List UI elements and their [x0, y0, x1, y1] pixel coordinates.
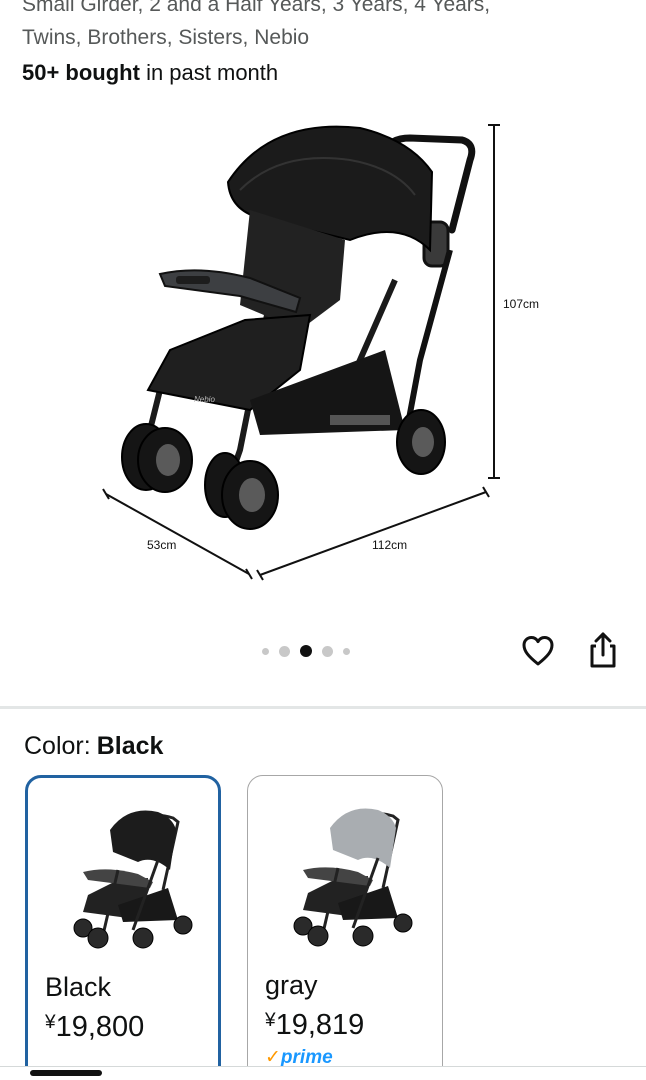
- color-option-black-image: [73, 810, 193, 949]
- carousel-dot-4[interactable]: [322, 645, 333, 657]
- carousel-dot-2[interactable]: [279, 645, 290, 657]
- prime-check-icon: ✓: [265, 1047, 281, 1068]
- height-dimension-line: [488, 124, 500, 479]
- dim-width-label: 53cm: [147, 538, 176, 552]
- product-main-image[interactable]: 107cm 53cm 112cm Nebio: [0, 100, 646, 620]
- product-title: Small Girder, 2 and a Half Years, 3 Year…: [22, 0, 632, 54]
- dim-height-label: 107cm: [503, 297, 539, 311]
- bought-count: 50+ bought: [22, 60, 140, 85]
- dim-length-label: 112cm: [372, 538, 407, 552]
- carousel-dot-5[interactable]: [343, 647, 350, 655]
- section-divider: [0, 706, 646, 709]
- color-option-black[interactable]: Black ¥19,800: [25, 775, 221, 1080]
- color-option-gray[interactable]: gray ¥19,819 ✓prime: [247, 775, 443, 1080]
- prime-text: prime: [280, 1047, 333, 1068]
- image-carousel-dots[interactable]: [262, 641, 350, 661]
- color-option-black-name: Black: [45, 972, 112, 1002]
- carousel-dot-3-active[interactable]: [300, 645, 312, 657]
- color-option-gray-image: [293, 808, 413, 947]
- share-icon[interactable]: [585, 630, 621, 670]
- color-option-gray-name: gray: [265, 970, 318, 1000]
- product-title-line-2: Twins, Brothers, Sisters, Nebio: [22, 26, 310, 49]
- currency-symbol: ¥: [265, 1010, 276, 1031]
- color-option-black-price: ¥19,800: [45, 1006, 144, 1044]
- stroller-illustration: Nebio: [121, 125, 476, 530]
- color-selector-header: Color: Black: [24, 729, 163, 763]
- currency-symbol: ¥: [45, 1012, 56, 1033]
- color-selected-value: Black: [96, 732, 164, 760]
- bought-in-past-month: 50+ bought in past month: [22, 58, 278, 88]
- color-label: Color:: [24, 732, 91, 760]
- color-option-black-price-value: 19,800: [55, 1011, 145, 1043]
- color-option-gray-price: ¥19,819: [265, 1004, 364, 1042]
- bought-period: in past month: [139, 60, 279, 85]
- carousel-dot-1[interactable]: [262, 647, 269, 655]
- brand-badge: Nebio: [194, 395, 215, 404]
- length-dimension-line: [256, 486, 490, 581]
- home-indicator[interactable]: [30, 1070, 102, 1076]
- heart-icon[interactable]: [520, 633, 556, 669]
- product-title-line-1: Small Girder, 2 and a Half Years, 3 Year…: [22, 0, 491, 16]
- color-option-gray-price-value: 19,819: [275, 1009, 365, 1041]
